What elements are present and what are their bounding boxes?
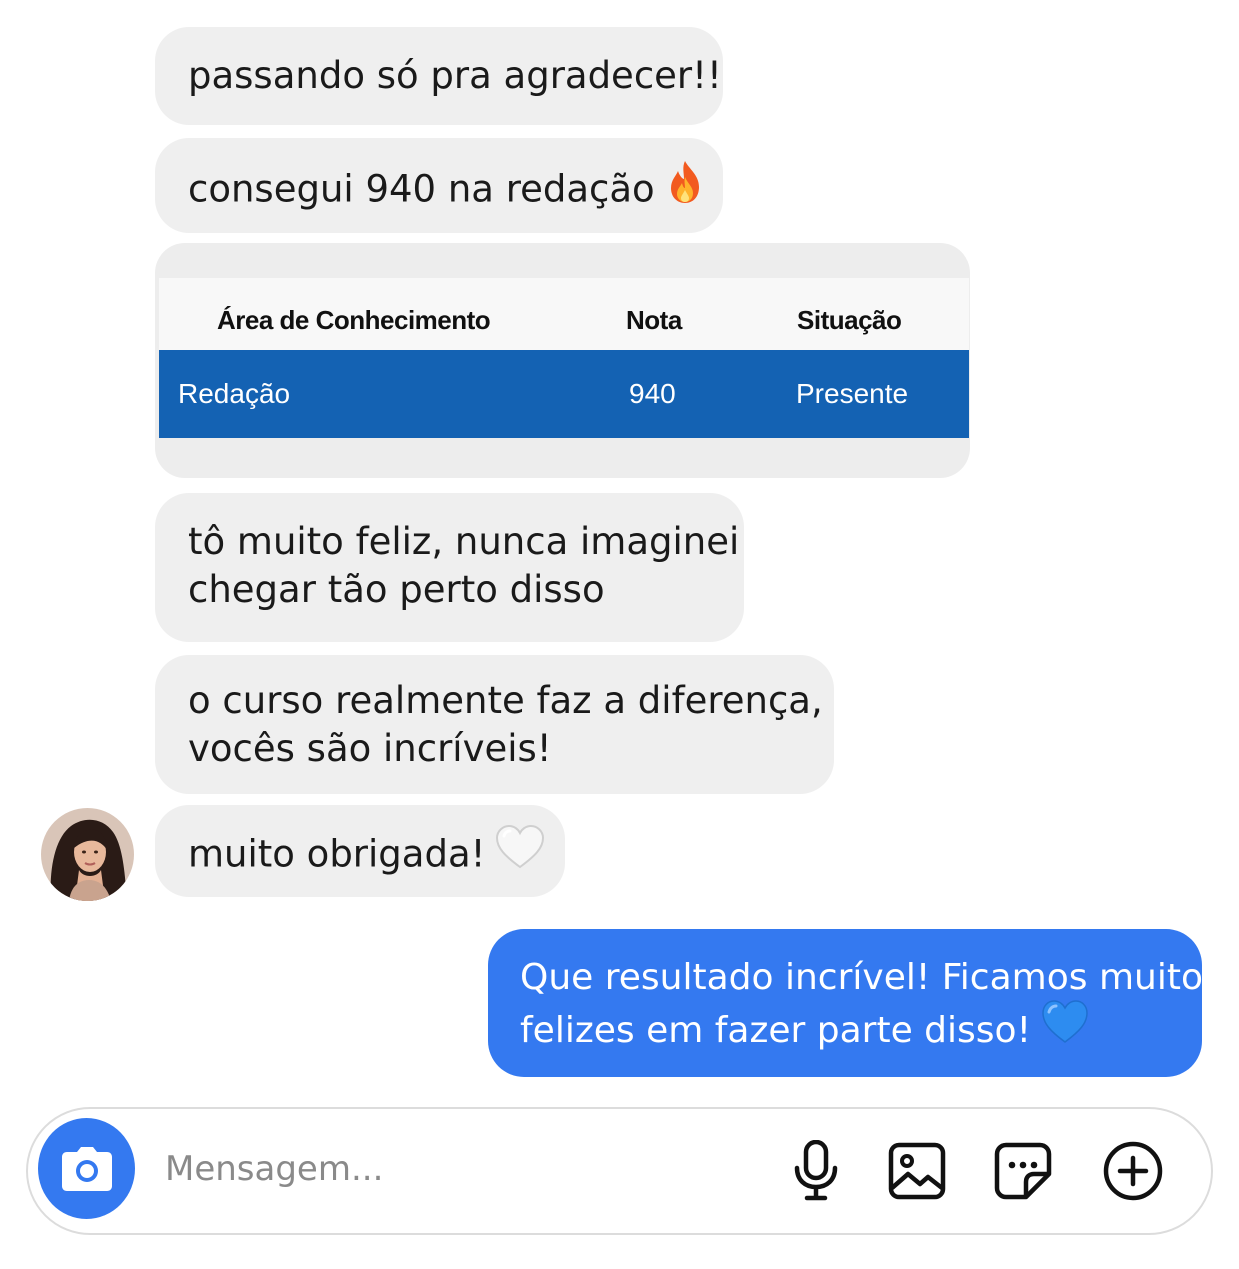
message-text-line: felizes em fazer parte disso!	[520, 1010, 1031, 1051]
received-message[interactable]: o curso realmente faz a diferença, vocês…	[155, 655, 834, 794]
cell-status: Presente	[796, 378, 909, 409]
received-message[interactable]: consegui 940 na redação	[155, 138, 723, 233]
gallery-button[interactable]	[885, 1139, 949, 1203]
message-text-line: o curso realmente faz a diferença,	[188, 679, 823, 722]
sticker-icon	[994, 1142, 1052, 1200]
received-message[interactable]: passando só pra agradecer!!	[155, 27, 723, 125]
cell-area: Redação	[178, 378, 291, 409]
cell-grade: 940	[629, 378, 676, 409]
table-header-row: Área de Conhecimento Nota Situação	[159, 278, 969, 351]
blue-heart-emoji-icon	[1041, 1000, 1089, 1058]
message-text: muito obrigada!	[188, 832, 486, 876]
column-header-status: Situação	[797, 305, 902, 335]
white-heart-emoji-icon	[495, 824, 545, 882]
microphone-icon	[794, 1140, 838, 1201]
fire-emoji-icon	[665, 159, 705, 217]
plus-icon	[1103, 1141, 1163, 1201]
message-text: passando só pra agradecer!!	[188, 54, 722, 97]
camera-icon	[61, 1146, 112, 1191]
grade-screenshot-image[interactable]: Área de Conhecimento Nota Situação Redaç…	[155, 243, 970, 478]
column-header-grade: Nota	[626, 305, 682, 335]
message-text-line: tô muito feliz, nunca imaginei	[188, 520, 740, 563]
gallery-icon	[888, 1142, 946, 1200]
received-message[interactable]: tô muito feliz, nunca imaginei chegar tã…	[155, 493, 744, 642]
message-text-line: vocês são incríveis!	[188, 727, 552, 770]
sent-message[interactable]: Que resultado incrível! Ficamos muito fe…	[488, 929, 1203, 1077]
plus-button[interactable]	[1101, 1139, 1165, 1203]
column-header-area: Área de Conhecimento	[217, 305, 491, 335]
message-input[interactable]: Mensagem...	[165, 1149, 383, 1189]
microphone-button[interactable]	[784, 1139, 848, 1203]
grade-table: Área de Conhecimento Nota Situação Redaç…	[159, 278, 969, 446]
table-row: Redação 940 Presente	[159, 350, 969, 438]
received-message[interactable]: muito obrigada!	[155, 805, 565, 897]
camera-button[interactable]	[38, 1118, 135, 1219]
message-text: consegui 940 na redação	[188, 167, 655, 211]
message-text-line: Que resultado incrível! Ficamos muito	[520, 957, 1203, 998]
sticker-button[interactable]	[991, 1139, 1055, 1203]
avatar[interactable]	[41, 808, 134, 901]
message-composer: Mensagem...	[26, 1107, 1213, 1235]
message-text-line: chegar tão perto disso	[188, 568, 605, 611]
